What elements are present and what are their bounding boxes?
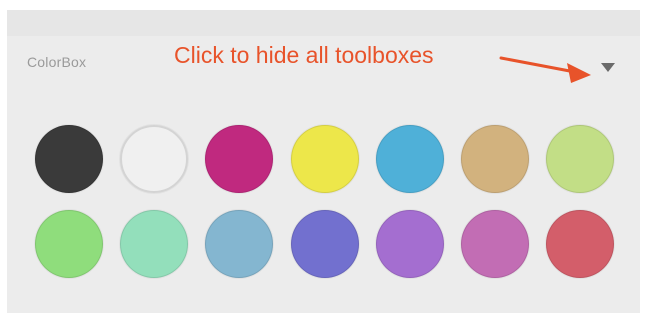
triangle-down-icon: [601, 63, 615, 72]
color-swatch[interactable]: [375, 125, 444, 193]
color-swatch[interactable]: [35, 210, 103, 278]
color-swatch[interactable]: [205, 125, 274, 193]
color-swatch[interactable]: [35, 125, 103, 193]
color-swatch[interactable]: [461, 210, 529, 278]
color-swatch[interactable]: [546, 125, 615, 193]
top-strip: [7, 10, 640, 36]
color-swatch[interactable]: [205, 210, 274, 278]
color-swatch[interactable]: [375, 210, 444, 278]
color-swatch[interactable]: [290, 125, 359, 193]
color-swatch[interactable]: [120, 125, 189, 193]
colorbox-header: ColorBox Click to hide all toolboxes: [7, 36, 640, 88]
toggle-toolboxes-button[interactable]: [597, 56, 619, 78]
colorbox-panel: ColorBox Click to hide all toolboxes: [7, 10, 640, 313]
colorbox-title: ColorBox: [27, 54, 87, 70]
color-swatch[interactable]: [120, 210, 189, 278]
annotation-arrow-icon: [499, 56, 591, 83]
color-swatch[interactable]: [290, 210, 359, 278]
color-swatch[interactable]: [546, 210, 615, 278]
color-swatch[interactable]: [461, 125, 529, 193]
annotation-label: Click to hide all toolboxes: [174, 42, 434, 68]
